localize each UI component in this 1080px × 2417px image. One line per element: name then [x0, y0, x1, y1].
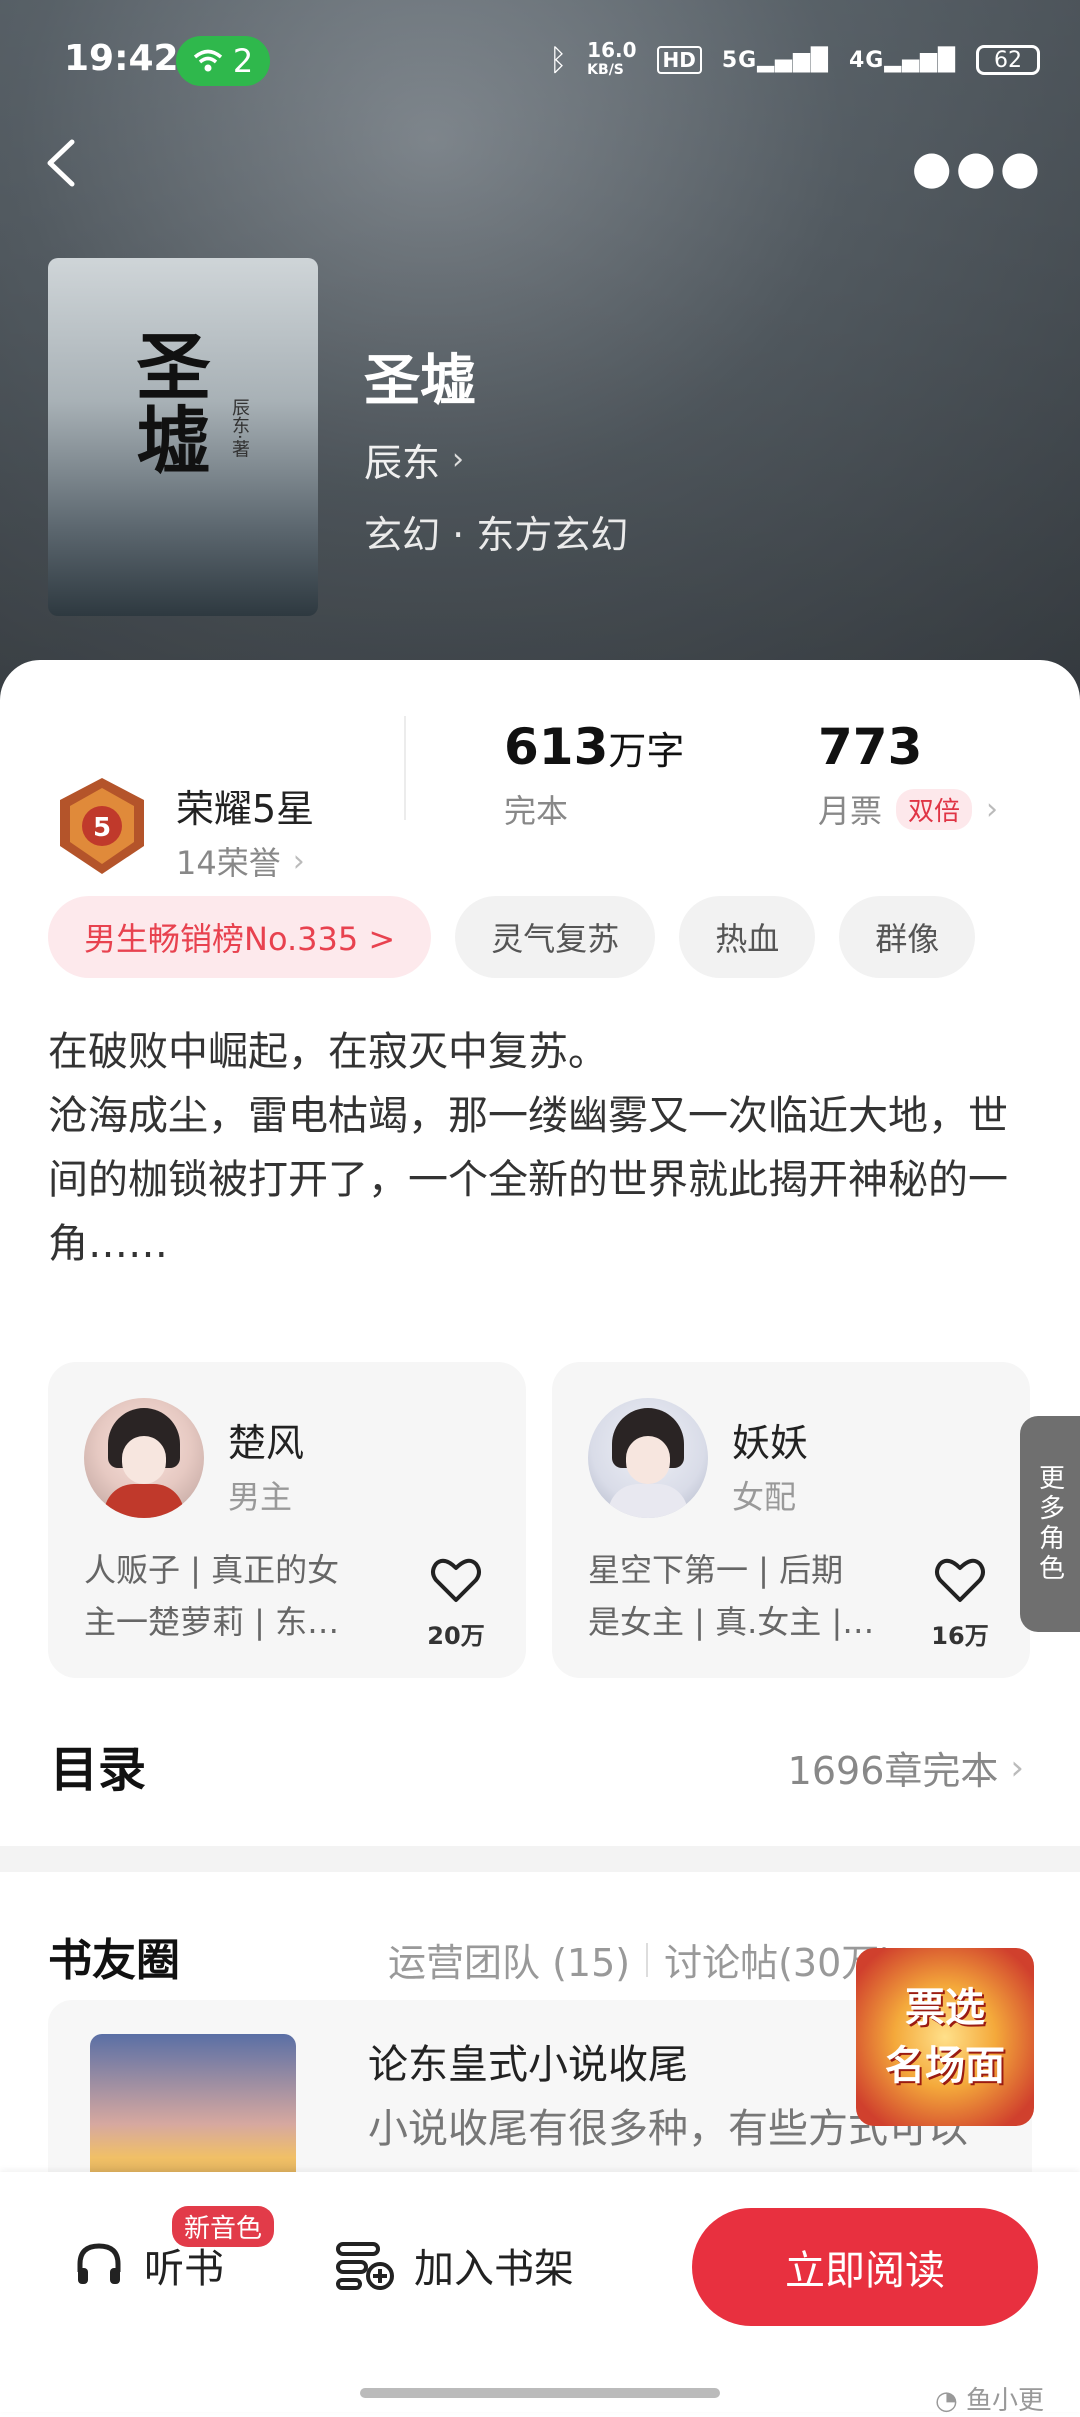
heart-icon[interactable]	[428, 1552, 484, 1608]
chevron-right-icon: ›	[292, 843, 305, 879]
ticket-count: 773	[818, 718, 923, 776]
catalog-title[interactable]: 目录	[50, 1730, 146, 1800]
role-card[interactable]: 妖妖 女配 星空下第一 | 后期 是女主 | 真.女主 |… 16万	[552, 1362, 1030, 1678]
post-title: 论东皇式小说收尾	[368, 2042, 688, 2088]
chevron-right-icon: ›	[986, 791, 999, 827]
status-time: 19:42	[64, 38, 179, 79]
network-speed: 16.0 KB/S	[587, 38, 637, 78]
promo-line: 票选	[905, 1984, 985, 2031]
new-voice-badge: 新音色	[172, 2206, 275, 2247]
author-link[interactable]: 辰东 ›	[364, 432, 464, 487]
honor-link[interactable]: 14荣誉 ›	[176, 838, 305, 884]
ops-team: 运营团队 (15)	[388, 1941, 631, 1985]
circle-meta[interactable]: 运营团队 (15) 讨论帖(30万)	[388, 1932, 894, 1987]
role-avatar	[84, 1398, 204, 1518]
battery-icon: 62	[976, 45, 1040, 75]
honor-count: 14荣誉	[176, 844, 281, 882]
word-count-unit: 万字	[608, 729, 685, 773]
back-arrow-icon	[47, 139, 75, 187]
role-desc: 星空下第一 | 后期 是女主 | 真.女主 |…	[588, 1551, 875, 1641]
watermark: ◔ 鱼小更	[935, 2386, 1044, 2416]
status-icons: ᛒ 16.0 KB/S HD 5G▂▄▆█ 4G▂▄▆█ 62	[549, 40, 1040, 80]
promo-floating-badge[interactable]: 票选 名场面	[856, 1948, 1034, 2126]
chevron-right-icon: ›	[452, 442, 465, 477]
bluetooth-icon: ᛒ	[549, 42, 568, 78]
section-divider	[0, 1846, 1080, 1872]
circle-title[interactable]: 书友圈	[48, 1924, 180, 1988]
role-avatar	[588, 1398, 708, 1518]
role-type: 男主	[228, 1478, 293, 1516]
hotspot-count: 2	[232, 42, 254, 80]
divider	[404, 716, 406, 820]
divider	[646, 1942, 649, 1977]
role-name: 楚风	[228, 1421, 305, 1465]
intro-line: 沧海成尘，雷电枯竭，那一缕幽雾又一次临近大地，世间的枷锁被打开了，一个全新的世界…	[48, 1093, 1008, 1267]
tag-row: 男生畅销榜No.335 > 灵气复苏 热血 群像	[48, 896, 976, 978]
double-ticket-badge: 双倍	[896, 788, 973, 830]
heart-icon[interactable]	[932, 1552, 988, 1608]
hd-icon: HD	[656, 46, 702, 74]
back-button[interactable]	[28, 128, 98, 198]
ticket-label: 月票	[818, 792, 883, 830]
more-roles-button[interactable]: 更多角色	[1020, 1416, 1080, 1632]
role-type: 女配	[732, 1478, 797, 1516]
cover-title: 圣墟	[124, 328, 210, 476]
like-count: 20万	[427, 1622, 485, 1650]
tag-item[interactable]: 热血	[679, 896, 816, 978]
role-desc: 人贩子 | 真正的女 主一楚萝莉 | 东…	[84, 1551, 340, 1641]
home-indicator[interactable]	[360, 2388, 720, 2398]
add-shelf-icon	[336, 2242, 394, 2290]
tag-item[interactable]: 灵气复苏	[455, 896, 656, 978]
intro-line: 在破败中崛起，在寂灭中复苏。	[48, 1029, 608, 1075]
catalog-link[interactable]: 1696章完本 ›	[788, 1740, 1024, 1795]
book-cover[interactable]: 圣墟 辰东·著	[48, 258, 318, 616]
headphones-icon	[77, 2243, 121, 2284]
monthly-ticket-stat[interactable]: 773 月票 双倍 ›	[818, 718, 998, 832]
role-name: 妖妖	[732, 1421, 809, 1465]
like-count: 16万	[931, 1622, 989, 1650]
role-card[interactable]: 楚风 男主 人贩子 | 真正的女 主一楚萝莉 | 东… 20万	[48, 1362, 526, 1678]
signal-5g-icon: 5G▂▄▆█	[721, 47, 829, 73]
word-count-label: 完本	[504, 792, 569, 830]
more-dots-icon: ●●●	[911, 140, 1044, 194]
tag-item[interactable]: 群像	[839, 896, 976, 978]
wifi-icon	[193, 49, 222, 72]
rank-tag[interactable]: 男生畅销榜No.335 >	[48, 896, 432, 978]
honor-title[interactable]: 荣耀5星	[176, 778, 314, 833]
promo-line: 名场面	[885, 2042, 1005, 2089]
word-count-stat: 613万字 完本	[504, 718, 684, 832]
more-menu-button[interactable]: ●●●	[912, 140, 1044, 194]
book-genre: 玄幻 · 东方玄幻	[364, 513, 629, 557]
shelf-label: 加入书架	[414, 2246, 574, 2292]
read-now-button[interactable]: 立即阅读	[692, 2208, 1038, 2326]
add-to-shelf-button[interactable]: 加入书架	[334, 2236, 574, 2294]
word-count-value: 613	[504, 718, 609, 776]
book-title: 圣墟	[364, 348, 476, 414]
svg-text:5: 5	[93, 813, 111, 843]
cover-author: 辰东·著	[229, 398, 250, 458]
signal-4g-icon: 4G▂▄▆█	[848, 47, 956, 73]
hotspot-indicator: 2	[176, 36, 270, 86]
author-name: 辰东	[364, 441, 441, 485]
book-intro[interactable]: 在破败中崛起，在寂灭中复苏。 沧海成尘，雷电枯竭，那一缕幽雾又一次临近大地，世间…	[48, 1020, 1038, 1276]
chapter-count: 1696章完本	[787, 1749, 999, 1793]
honor-badge-icon: 5	[52, 774, 152, 878]
chevron-right-icon: ›	[1010, 1747, 1024, 1788]
bottom-action-bar: 听书 新音色 加入书架 立即阅读 ◔ 鱼小更	[0, 2172, 1080, 2416]
